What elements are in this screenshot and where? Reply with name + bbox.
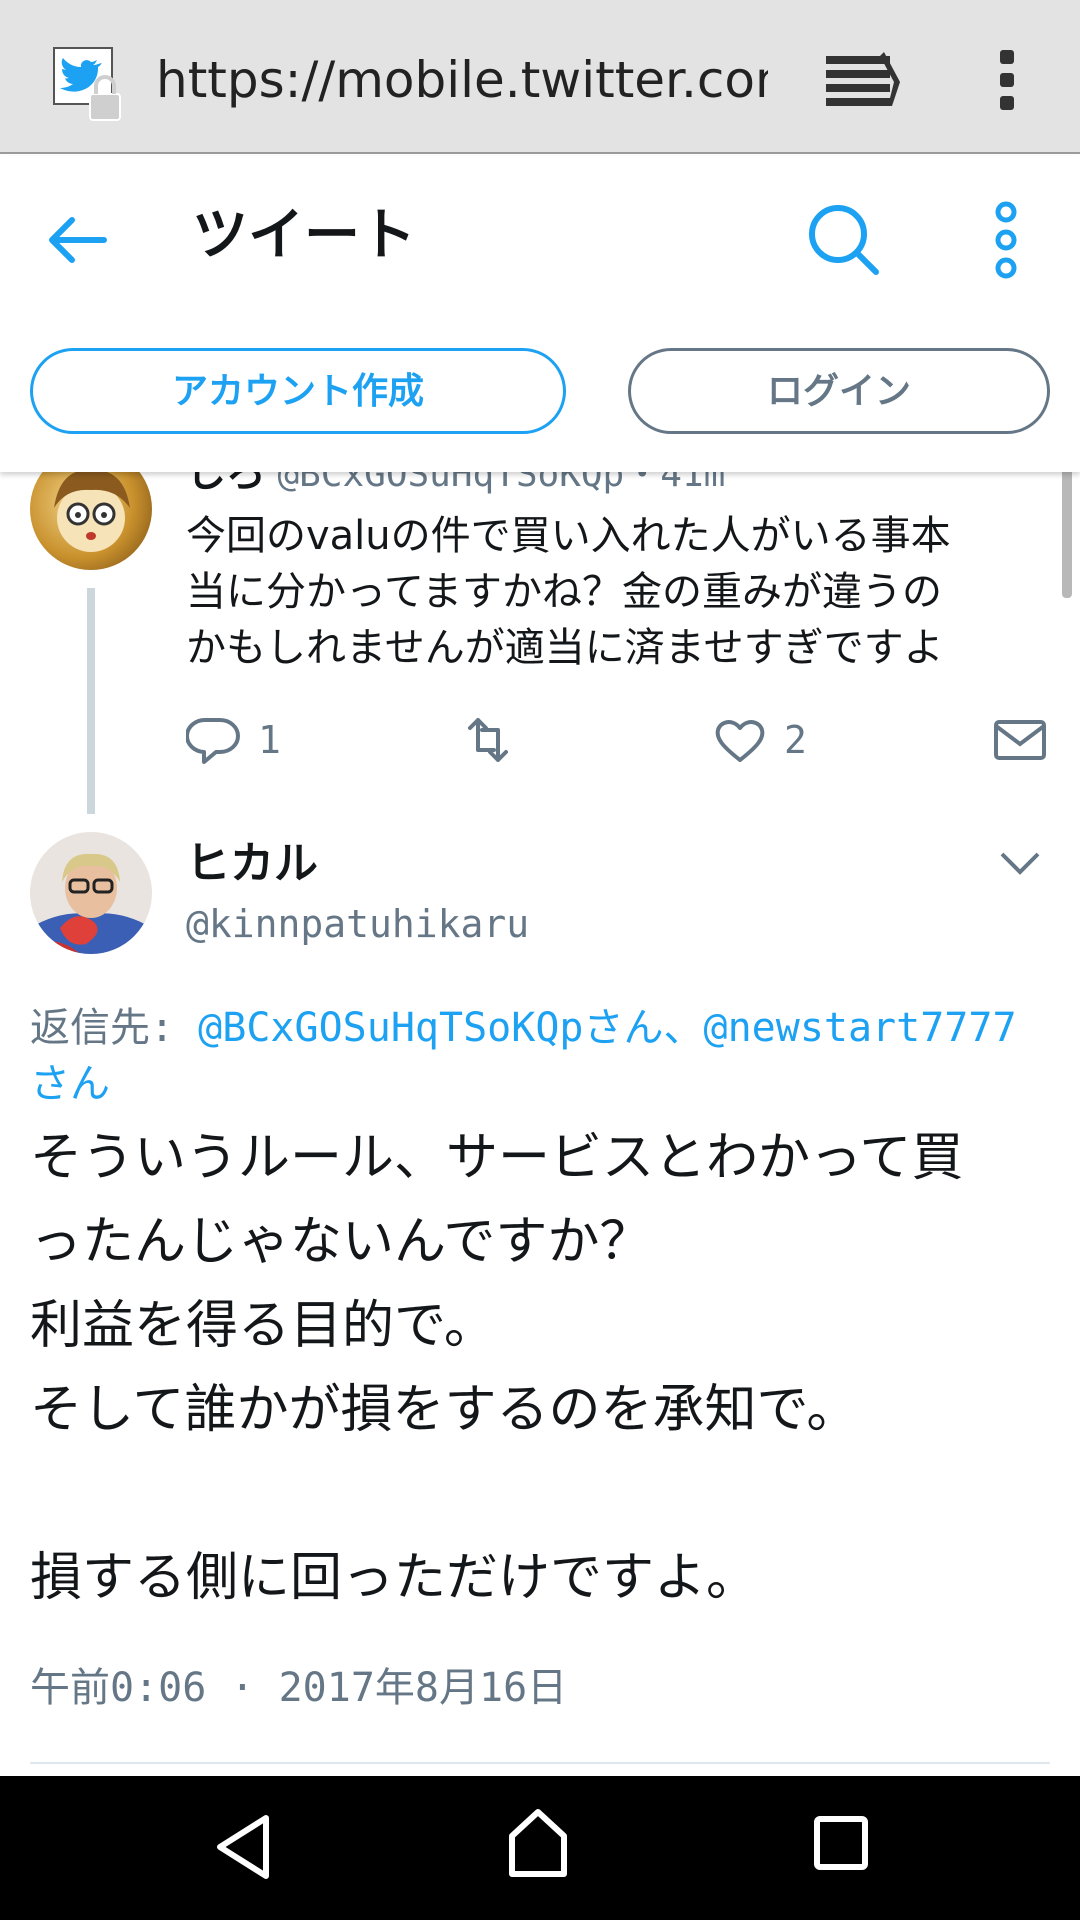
browser-menu-icon[interactable] xyxy=(990,48,1026,112)
page-title: ツイート xyxy=(192,203,416,268)
reply-count: 1 xyxy=(258,718,281,762)
reply-button[interactable]: 1 xyxy=(186,708,281,772)
tabs-icon[interactable] xyxy=(826,52,900,106)
thread-line xyxy=(87,588,95,814)
nav-recents-icon[interactable] xyxy=(814,1816,868,1870)
reply-to-line: 返信先: @BCxGOSuHqTSoKQpさん、@newstart7777さん xyxy=(30,1000,1052,1112)
browser-toolbar: https://mobile.twitter.com xyxy=(0,0,1080,154)
nav-home-icon[interactable] xyxy=(506,1806,570,1880)
tweet-actions: 1 2 xyxy=(186,708,1046,772)
tweet-text: そういうルール、サービスとわかって買 ったんじゃないんですか？ 利益を得る目的で… xyxy=(30,1128,964,1608)
user-handle[interactable]: @kinnpatuhikaru xyxy=(186,898,529,950)
system-nav-bar xyxy=(0,1776,1080,1920)
mention-link[interactable]: @BCxGOSuHqTSoKQpさん xyxy=(198,1005,663,1051)
login-button[interactable]: ログイン xyxy=(628,348,1050,434)
mention-separator: 、 xyxy=(663,1005,704,1051)
like-button[interactable]: 2 xyxy=(712,708,807,772)
direct-message-button[interactable] xyxy=(992,708,1048,772)
chevron-down-icon[interactable] xyxy=(996,838,1044,886)
url-field[interactable]: https://mobile.twitter.com xyxy=(156,48,768,112)
divider xyxy=(30,1762,1050,1764)
tweet-timestamp[interactable]: 午前0:06 · 2017年8月16日 xyxy=(30,1658,567,1718)
back-arrow-icon[interactable] xyxy=(44,208,108,272)
search-icon[interactable] xyxy=(806,202,880,276)
retweet-button[interactable] xyxy=(460,708,516,772)
display-name[interactable]: ヒカル xyxy=(186,836,318,892)
reply-to-prefix: 返信先: xyxy=(30,1005,199,1051)
heart-icon xyxy=(715,720,765,762)
envelope-icon xyxy=(994,720,1046,760)
reply-icon xyxy=(186,717,240,764)
nav-back-icon[interactable] xyxy=(214,1812,274,1882)
retweet-icon xyxy=(468,718,508,762)
avatar[interactable] xyxy=(30,832,152,954)
like-count: 2 xyxy=(784,718,807,762)
avatar-photo xyxy=(30,832,152,954)
more-options-icon[interactable] xyxy=(986,200,1026,280)
signup-button[interactable]: アカウント作成 xyxy=(30,348,566,434)
twitter-lock-icon[interactable] xyxy=(52,46,136,126)
parent-tweet-text: 今回のvaluの件で買い入れた人がいる事本 当に分かってますかね？金の重みが違う… xyxy=(186,513,951,671)
twitter-header: ツイート アカウント作成 ログイン xyxy=(0,156,1080,472)
